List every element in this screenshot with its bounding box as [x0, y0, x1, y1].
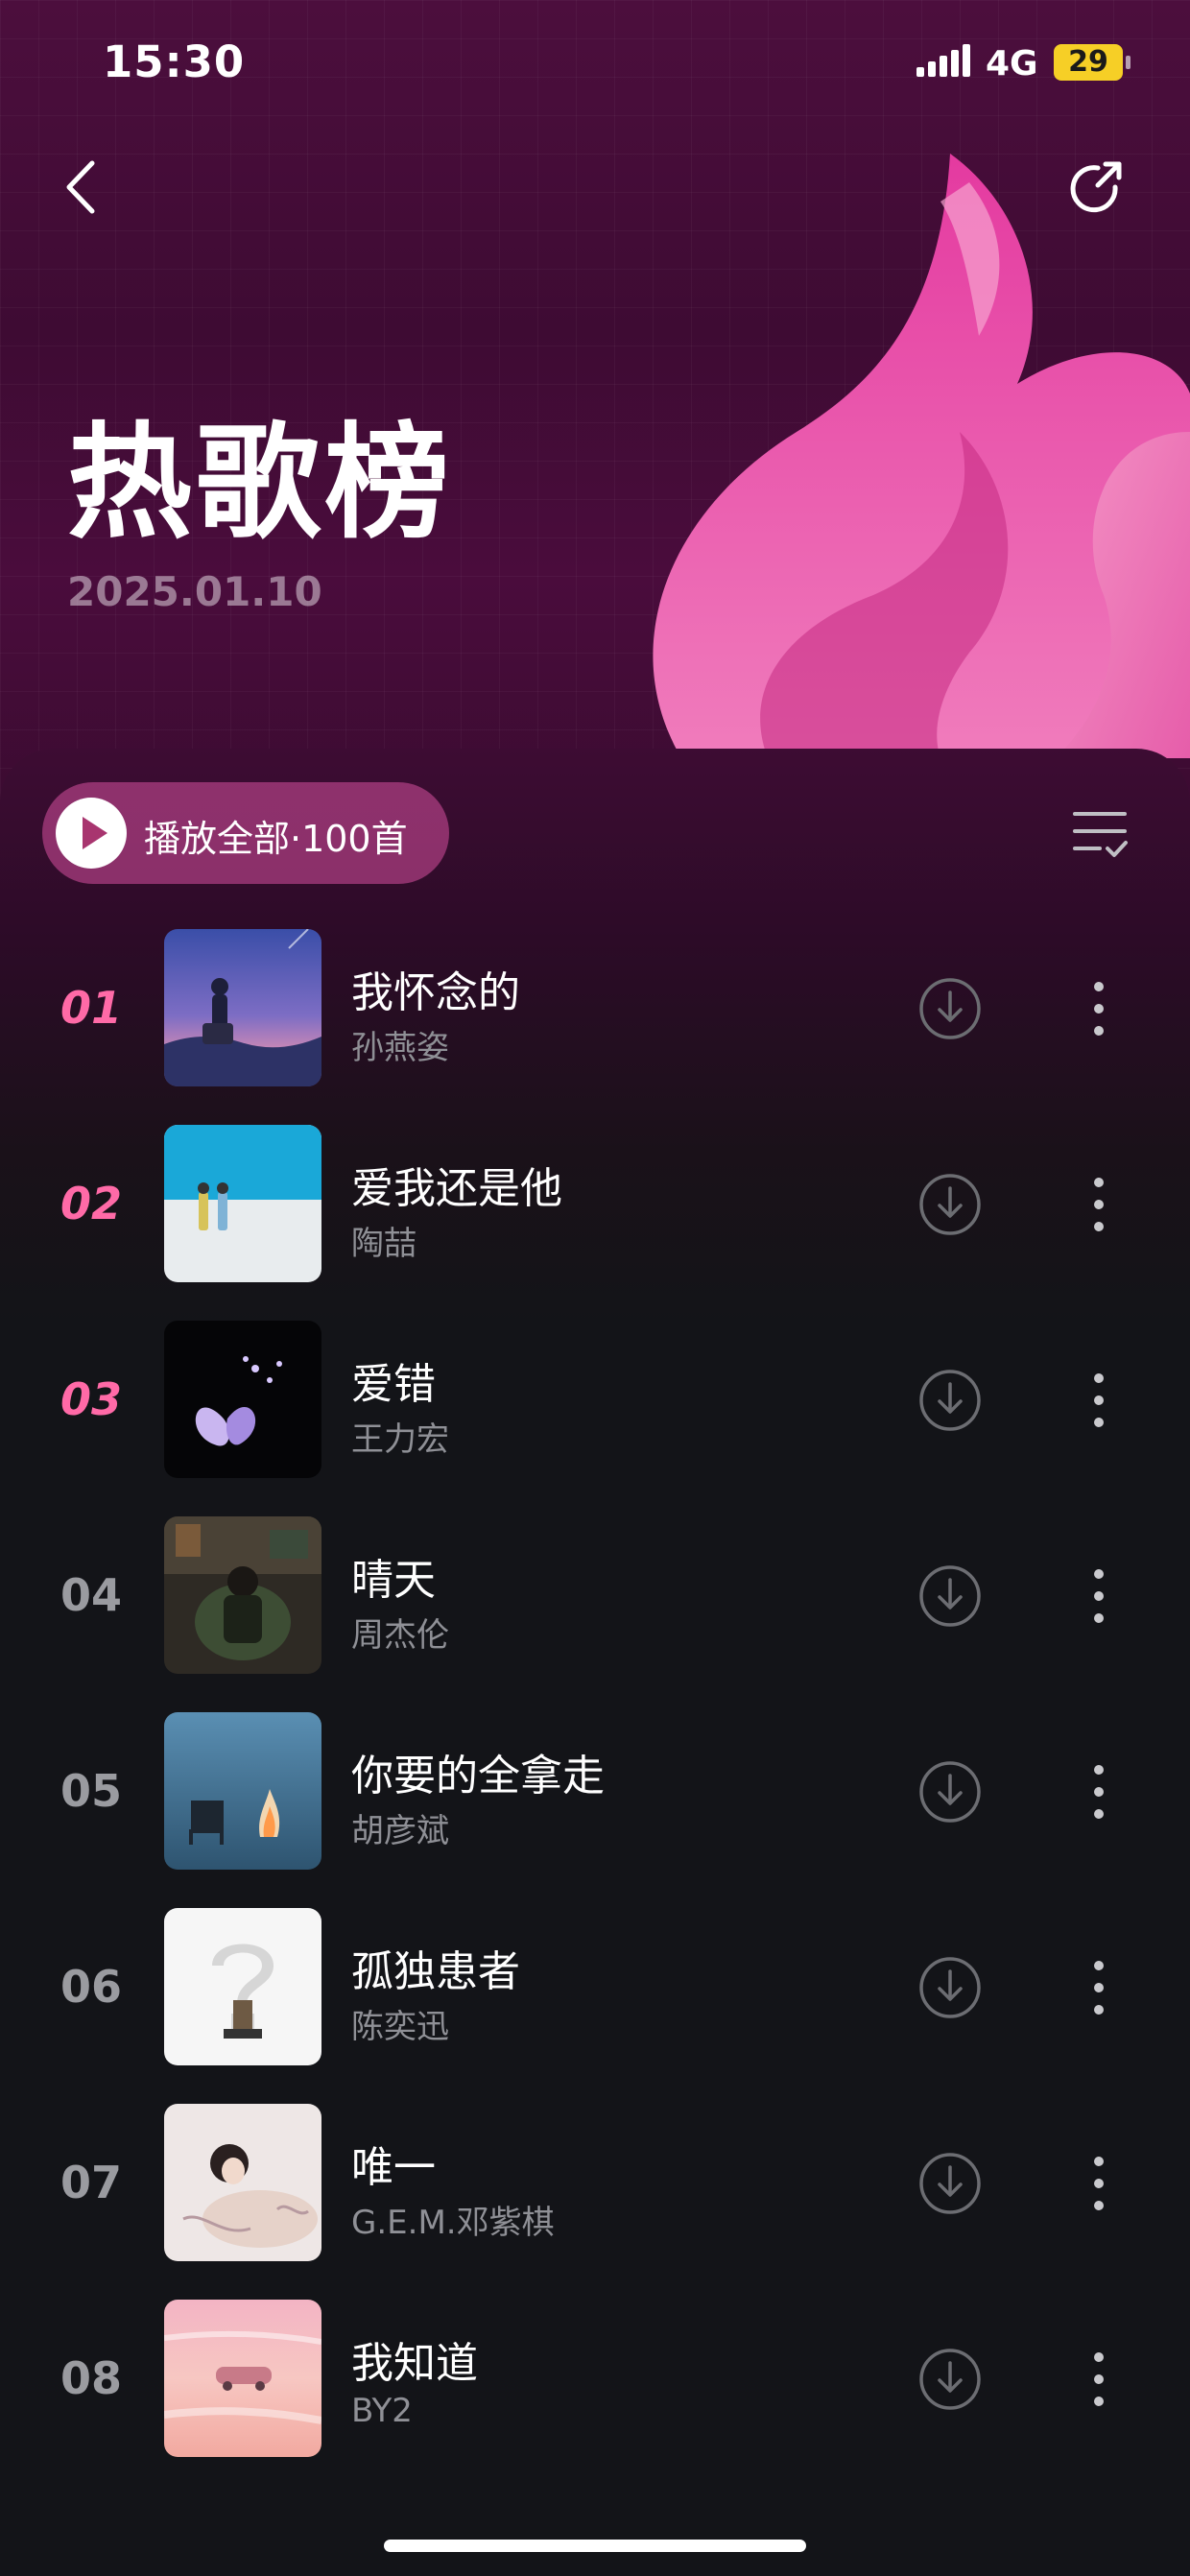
- song-row[interactable]: 01 我怀念的 孙燕姿: [0, 929, 1190, 1125]
- status-bar: 15:30 4G 29: [0, 0, 1190, 130]
- chart-date: 2025.01.10: [67, 568, 322, 615]
- share-icon[interactable]: [1065, 158, 1127, 220]
- album-cover[interactable]: [164, 2104, 321, 2261]
- song-artist: G.E.M.邓紫棋: [351, 2204, 555, 2242]
- song-row[interactable]: 04 晴天 周杰伦: [0, 1516, 1190, 1712]
- download-icon[interactable]: [918, 1173, 982, 1236]
- song-title: 爱我还是他: [351, 1164, 562, 1213]
- album-cover[interactable]: [164, 929, 321, 1086]
- song-title: 晴天: [351, 1556, 436, 1605]
- song-rank: 02: [60, 1178, 122, 1229]
- album-cover[interactable]: [164, 2300, 321, 2457]
- song-row[interactable]: 07 唯一 G.E.M.邓紫棋: [0, 2104, 1190, 2300]
- song-rank: 07: [60, 2157, 122, 2208]
- song-rank: 08: [60, 2352, 122, 2404]
- song-title: 你要的全拿走: [351, 1752, 605, 1801]
- signal-strength-icon: [916, 44, 970, 77]
- more-options-icon[interactable]: [1075, 1762, 1123, 1822]
- song-row[interactable]: 08 我知道 BY2: [0, 2300, 1190, 2495]
- song-title: 爱错: [351, 1360, 436, 1409]
- download-icon[interactable]: [918, 2152, 982, 2215]
- battery-indicator: 29: [1054, 44, 1130, 81]
- song-artist: 陈奕迅: [351, 2008, 449, 2046]
- more-options-icon[interactable]: [1075, 2154, 1123, 2213]
- download-icon[interactable]: [918, 1369, 982, 1432]
- network-type: 4G: [986, 44, 1038, 83]
- download-icon[interactable]: [918, 1564, 982, 1628]
- download-icon[interactable]: [918, 1956, 982, 2019]
- song-title: 我知道: [351, 2339, 478, 2388]
- download-icon[interactable]: [918, 1760, 982, 1824]
- album-cover[interactable]: [164, 1712, 321, 1870]
- song-rank: 01: [60, 982, 122, 1034]
- back-button[interactable]: [58, 154, 106, 221]
- play-all-button[interactable]: 播放全部·100首: [42, 782, 449, 884]
- home-indicator[interactable]: [384, 2540, 806, 2552]
- status-time: 15:30: [103, 36, 246, 87]
- download-icon[interactable]: [918, 2348, 982, 2411]
- song-row[interactable]: 03 爱错 王力宏: [0, 1321, 1190, 1516]
- song-title: 孤独患者: [351, 1947, 520, 1996]
- more-options-icon[interactable]: [1075, 1175, 1123, 1234]
- album-cover[interactable]: [164, 1908, 321, 2065]
- download-icon[interactable]: [918, 977, 982, 1040]
- more-options-icon[interactable]: [1075, 1958, 1123, 2017]
- more-options-icon[interactable]: [1075, 979, 1123, 1038]
- album-cover[interactable]: [164, 1516, 321, 1674]
- more-options-icon[interactable]: [1075, 2349, 1123, 2409]
- more-options-icon[interactable]: [1075, 1371, 1123, 1430]
- album-cover[interactable]: [164, 1125, 321, 1282]
- song-row[interactable]: 02 爱我还是他 陶喆: [0, 1125, 1190, 1321]
- song-artist: 陶喆: [351, 1225, 416, 1263]
- hero-banner: 15:30 4G 29 热歌榜 2025.01.10: [0, 0, 1190, 825]
- song-rank: 06: [60, 1961, 122, 2013]
- song-artist: 王力宏: [351, 1420, 449, 1459]
- more-options-icon[interactable]: [1075, 1566, 1123, 1626]
- song-artist: 孙燕姿: [351, 1029, 449, 1067]
- song-row[interactable]: 06 孤独患者 陈奕迅: [0, 1908, 1190, 2104]
- song-list: 01 我怀念的 孙燕姿 02 爱我还是他 陶喆 03 爱错 王力宏 04 晴天 …: [0, 929, 1190, 2495]
- song-row[interactable]: 05 你要的全拿走 胡彦斌: [0, 1712, 1190, 1908]
- play-all-label: 播放全部·100首: [144, 818, 408, 860]
- song-list-panel: 播放全部·100首 01 我怀念的 孙燕姿 02 爱我还是他 陶喆 03 爱错 …: [0, 749, 1190, 2576]
- multi-select-icon[interactable]: [1071, 806, 1129, 864]
- page-title: 热歌榜: [67, 410, 454, 556]
- play-icon: [56, 798, 127, 869]
- song-rank: 05: [60, 1765, 122, 1817]
- song-artist: 周杰伦: [351, 1616, 449, 1655]
- song-title: 我怀念的: [351, 968, 520, 1017]
- flame-illustration: [653, 154, 1190, 758]
- album-cover[interactable]: [164, 1321, 321, 1478]
- song-title: 唯一: [351, 2143, 436, 2192]
- song-artist: BY2: [351, 2392, 413, 2430]
- song-rank: 03: [60, 1373, 122, 1425]
- song-artist: 胡彦斌: [351, 1812, 449, 1850]
- song-rank: 04: [60, 1569, 122, 1621]
